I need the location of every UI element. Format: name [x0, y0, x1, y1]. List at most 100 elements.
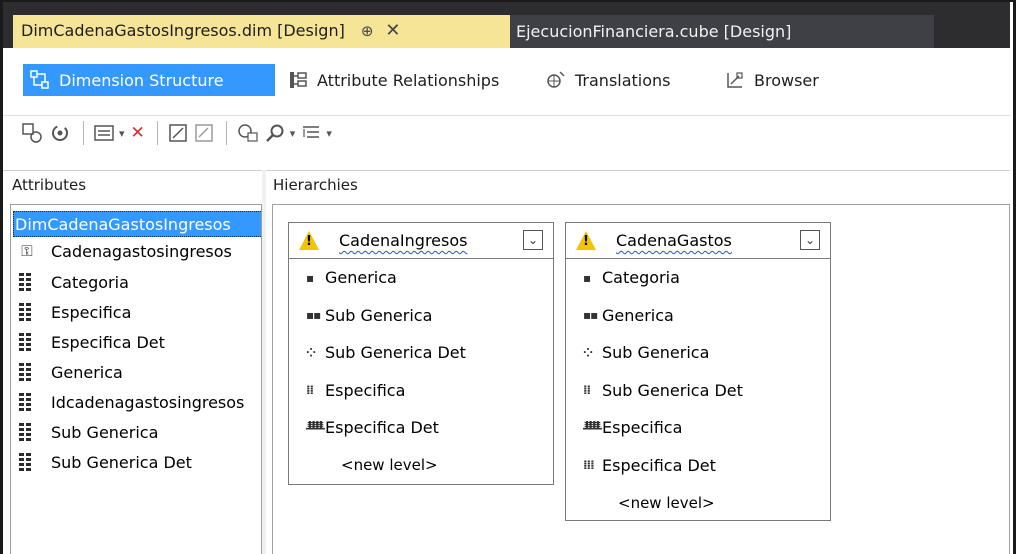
subtab-browser[interactable]: Browser: [718, 64, 827, 96]
attribute-item-especifica[interactable]: Especifica: [11, 299, 131, 325]
level-icon: ▪▪: [306, 308, 321, 323]
hierarchy-level[interactable]: ⁘ Sub Generica Det: [289, 334, 553, 372]
attribute-label: Sub Generica Det: [51, 452, 192, 472]
hierarchy-level[interactable]: ⁞⁞ Especifica: [289, 372, 553, 410]
level-icon: ⁘: [306, 345, 316, 360]
hierarchy-level[interactable]: ▪ Generica: [289, 259, 553, 297]
hierarchy-level[interactable]: ᚙ Especifica Det: [289, 409, 553, 447]
hierarchy-level[interactable]: ▪▪ Sub Generica: [289, 297, 553, 335]
level-icon: ⁞⁞⁞: [583, 458, 595, 473]
attribute-item-sub-generica-det[interactable]: Sub Generica Det: [11, 449, 192, 475]
level-icon: ▪▪: [583, 308, 598, 323]
dimension-structure-icon: [29, 69, 51, 91]
hierarchy-level[interactable]: ⁞⁞ Sub Generica Det: [566, 372, 830, 410]
level-label: Especifica: [602, 418, 683, 438]
attribute-icon: [19, 363, 35, 381]
subtab-label: Attribute Relationships: [317, 70, 500, 90]
level-label: Especifica Det: [602, 455, 716, 475]
new-level-placeholder[interactable]: <new level>: [289, 447, 553, 484]
subtab-label: Translations: [575, 70, 671, 90]
pane-header-bar: [3, 170, 1010, 206]
show-table-icon[interactable]: [237, 120, 259, 146]
hierarchy-header[interactable]: ! CadenaIngresos ⌄: [289, 223, 553, 259]
document-tab-strip: DimCadenaGastosIngresos.dim [Design] ⊕ ✕…: [3, 2, 1010, 48]
level-icon: ⁞⁞: [583, 383, 591, 398]
tab-title: DimCadenaGastosIngresos.dim [Design]: [21, 21, 345, 40]
layout-icon[interactable]: [301, 120, 332, 146]
show-list-icon[interactable]: [94, 120, 125, 146]
pane-splitter[interactable]: [262, 170, 266, 554]
attribute-item-especifica-det[interactable]: Especifica Det: [11, 329, 165, 355]
attribute-item-generica[interactable]: Generica: [11, 359, 123, 385]
new-attribute-icon[interactable]: [168, 120, 188, 146]
attribute-label: Sub Generica: [51, 422, 159, 442]
tab-title: EjecucionFinanciera.cube [Design]: [516, 22, 792, 41]
subtab-label: Dimension Structure: [59, 70, 224, 90]
key-attribute-icon: ⚿: [21, 242, 33, 260]
hierarchy-level[interactable]: ▪▪ Generica: [566, 297, 830, 335]
collapse-icon[interactable]: ⌄: [523, 230, 543, 250]
new-level-placeholder[interactable]: <new level>: [566, 484, 830, 521]
attribute-icon: [19, 333, 35, 351]
pin-icon[interactable]: ⊕: [361, 22, 374, 40]
attributes-header: Attributes: [12, 176, 87, 194]
warning-icon-mark: !: [306, 234, 312, 249]
delete-icon[interactable]: ✕: [131, 120, 145, 146]
hierarchy-level[interactable]: ⁘ Sub Generica: [566, 334, 830, 372]
subtab-label: Browser: [754, 70, 819, 90]
toolbar-separator: [225, 121, 227, 145]
attribute-icon: [19, 303, 35, 321]
level-icon: ᚙ: [306, 420, 325, 435]
attribute-label: Generica: [51, 362, 123, 382]
designer-subtabs: Dimension Structure Attribute Relationsh…: [3, 48, 1010, 116]
attribute-label: Cadenagastosingresos: [51, 241, 232, 261]
process-icon[interactable]: [21, 120, 43, 146]
toolbar-separator: [83, 121, 84, 145]
hierarchy-name[interactable]: CadenaGastos: [616, 231, 732, 250]
attribute-label: Categoria: [51, 272, 129, 292]
attribute-relationships-icon: [287, 69, 309, 91]
hierarchy-box-cadenaingresos[interactable]: ! CadenaIngresos ⌄ ▪ Generica ▪▪ Sub Gener…: [288, 222, 554, 485]
designer-toolbar: ✕: [3, 116, 1010, 150]
collapse-icon[interactable]: ⌄: [800, 230, 820, 250]
level-label: Sub Generica Det: [325, 343, 466, 363]
attribute-item-categoria[interactable]: Categoria: [11, 269, 129, 295]
attribute-icon: [19, 423, 35, 441]
browser-icon: [724, 69, 746, 91]
hierarchy-box-cadenagastos[interactable]: ! CadenaGastos ⌄ ▪ Categoria ▪▪ Generica ⁘…: [565, 222, 831, 521]
subtab-dimension-structure[interactable]: Dimension Structure: [23, 64, 275, 96]
hierarchy-level[interactable]: ᚙ Especifica: [566, 409, 830, 447]
level-label: Sub Generica Det: [602, 380, 743, 400]
hierarchy-header[interactable]: ! CadenaGastos ⌄: [566, 223, 830, 259]
toolbar-separator: [156, 121, 158, 145]
tab-dimension-design[interactable]: DimCadenaGastosIngresos.dim [Design] ⊕ ✕: [13, 15, 510, 48]
refresh-icon[interactable]: [49, 120, 71, 146]
attribute-item-idcadenagastosingresos[interactable]: Idcadenagastosingresos: [11, 389, 244, 415]
close-icon[interactable]: ✕: [385, 20, 400, 41]
hierarchy-level[interactable]: ▪ Categoria: [566, 259, 830, 297]
attribute-icon: [19, 453, 35, 471]
level-label: Sub Generica: [325, 305, 433, 325]
translations-icon: [545, 69, 567, 91]
attribute-label: Especifica Det: [51, 332, 165, 352]
level-label: Generica: [325, 268, 397, 288]
attribute-item-sub-generica[interactable]: Sub Generica: [11, 419, 158, 445]
hierarchy-level[interactable]: ⁞⁞⁞ Especifica Det: [566, 447, 830, 485]
level-label: Especifica Det: [325, 418, 439, 438]
warning-icon-mark: !: [583, 234, 589, 249]
dimension-root-item[interactable]: DimCadenaGastosIngresos: [13, 211, 261, 237]
hierarchy-name[interactable]: CadenaIngresos: [339, 231, 467, 250]
rename-icon[interactable]: [194, 120, 214, 146]
subtab-translations[interactable]: Translations: [539, 64, 679, 96]
level-icon: ⁞⁞: [306, 383, 314, 398]
level-label: Generica: [602, 305, 674, 325]
hierarchies-header: Hierarchies: [273, 176, 358, 194]
attribute-item-cadenagastosingresos[interactable]: ⚿ Cadenagastosingresos: [11, 238, 232, 264]
zoom-icon[interactable]: [265, 120, 296, 146]
attribute-icon: [19, 393, 35, 411]
subtab-attribute-relationships[interactable]: Attribute Relationships: [281, 64, 507, 96]
level-icon: ▪: [306, 270, 314, 285]
tab-cube-design[interactable]: EjecucionFinanciera.cube [Design]: [510, 15, 934, 48]
attribute-icon: [19, 273, 35, 291]
level-icon: ⁘: [583, 345, 593, 360]
